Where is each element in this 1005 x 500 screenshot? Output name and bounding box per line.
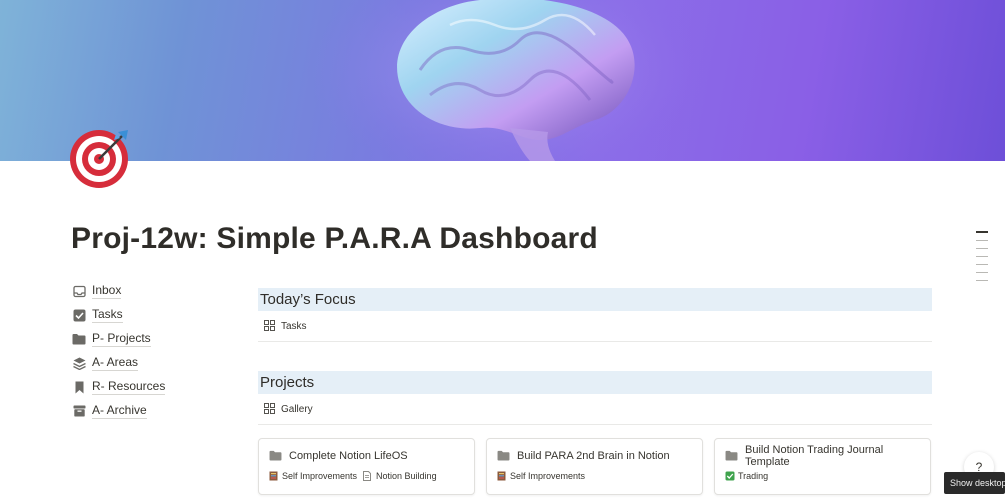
project-card[interactable]: Build Notion Trading Journal Template Tr… xyxy=(714,438,931,495)
archive-icon xyxy=(72,404,86,418)
nav-item-inbox[interactable]: Inbox xyxy=(72,279,165,303)
todays-focus-section: Today’s Focus Tasks xyxy=(258,288,932,342)
view-tab-label: Gallery xyxy=(281,403,313,415)
view-tab-tasks[interactable]: Tasks xyxy=(258,311,932,342)
nav-item-areas[interactable]: A- Areas xyxy=(72,351,165,375)
tag-label: Self Improvements xyxy=(510,471,586,481)
grid-icon xyxy=(264,320,276,332)
toc-marker[interactable] xyxy=(976,272,988,273)
brain-illustration xyxy=(305,0,705,161)
table-of-contents[interactable] xyxy=(976,231,988,288)
project-card[interactable]: Complete Notion LifeOS Self Improvements… xyxy=(258,438,475,495)
nav-item-projects[interactable]: P- Projects xyxy=(72,327,165,351)
nav-item-tasks[interactable]: Tasks xyxy=(72,303,165,327)
project-gallery: Complete Notion LifeOS Self Improvements… xyxy=(258,438,931,495)
document-icon xyxy=(363,471,373,481)
nav-item-label: Inbox xyxy=(92,283,122,299)
card-title: Build PARA 2nd Brain in Notion xyxy=(517,450,670,462)
bookmark-icon xyxy=(72,380,86,394)
book-icon xyxy=(269,471,279,481)
nav-item-resources[interactable]: R- Resources xyxy=(72,375,166,399)
nav-item-label: P- Projects xyxy=(92,331,151,347)
toc-marker[interactable] xyxy=(976,231,988,233)
section-heading[interactable]: Projects xyxy=(258,371,932,394)
relation-tag[interactable]: Notion Building xyxy=(363,471,437,481)
toc-marker[interactable] xyxy=(976,240,988,241)
target-icon[interactable] xyxy=(70,128,132,190)
book-icon xyxy=(497,471,507,481)
inbox-icon xyxy=(72,284,86,298)
toc-marker[interactable] xyxy=(976,248,988,249)
view-tab-label: Tasks xyxy=(281,320,307,332)
nav-item-label: A- Archive xyxy=(92,403,147,419)
grid-icon xyxy=(264,403,276,415)
toc-marker[interactable] xyxy=(976,280,988,281)
relation-tag[interactable]: Trading xyxy=(725,471,768,481)
nav-item-label: Tasks xyxy=(92,307,123,323)
folder-icon xyxy=(72,332,86,346)
folder-icon xyxy=(269,450,282,463)
toc-marker[interactable] xyxy=(976,256,988,257)
folder-icon xyxy=(725,450,738,463)
tag-label: Self Improvements xyxy=(282,471,358,481)
section-heading[interactable]: Today’s Focus xyxy=(258,288,932,311)
checkbox-icon xyxy=(72,308,86,322)
checkbox-icon xyxy=(725,471,735,481)
tag-label: Notion Building xyxy=(376,471,437,481)
layers-icon xyxy=(72,356,86,370)
tag-label: Trading xyxy=(738,471,769,481)
relation-tag[interactable]: Self Improvements xyxy=(497,471,585,481)
projects-section: Projects Gallery xyxy=(258,371,932,425)
toc-marker[interactable] xyxy=(976,264,988,265)
card-title: Build Notion Trading Journal Template xyxy=(745,444,884,468)
card-title: Complete Notion LifeOS xyxy=(289,450,408,462)
relation-tag[interactable]: Self Improvements xyxy=(269,471,357,481)
view-tab-gallery[interactable]: Gallery xyxy=(258,394,932,425)
tooltip: Show desktop xyxy=(944,472,1005,494)
nav-item-label: A- Areas xyxy=(92,355,139,371)
folder-icon xyxy=(497,450,510,463)
cover-image xyxy=(0,0,1005,161)
project-card[interactable]: Build PARA 2nd Brain in Notion Self Impr… xyxy=(486,438,703,495)
nav-item-archive[interactable]: A- Archive xyxy=(72,399,165,423)
page-title[interactable]: Proj-12w: Simple P.A.R.A Dashboard xyxy=(71,222,598,256)
para-nav: Inbox Tasks P- Projects A- Areas R- Reso… xyxy=(72,279,166,423)
nav-item-label: R- Resources xyxy=(92,379,166,395)
